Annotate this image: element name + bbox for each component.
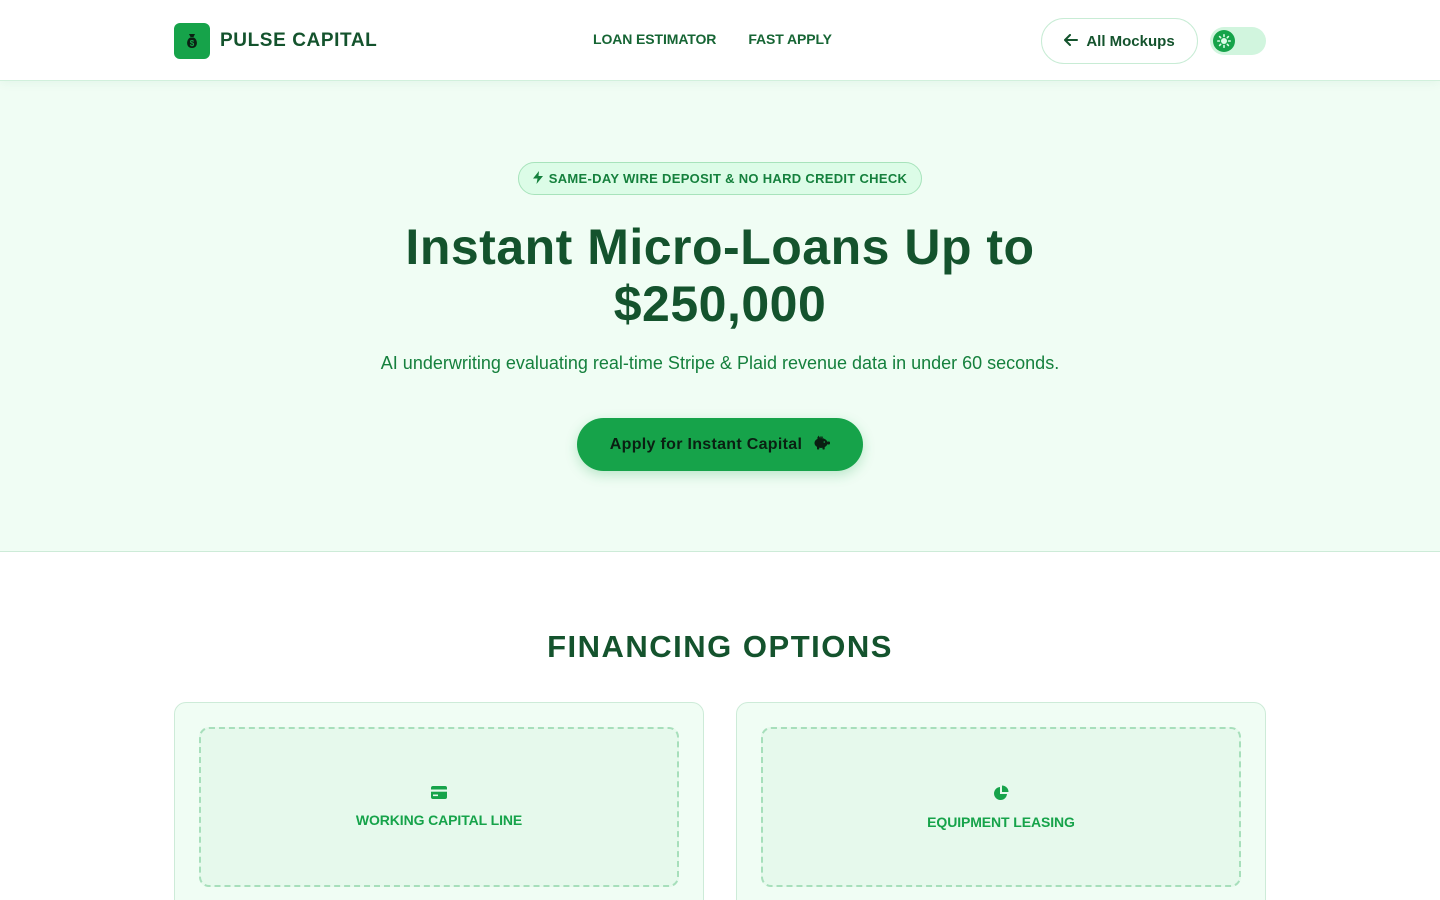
hero-badge-text: SAME-DAY WIRE DEPOSIT & NO HARD CREDIT C… [548,171,908,186]
top-header: $ PULSE CAPITAL LOAN ESTIMATOR FAST APPL… [0,0,1440,81]
card-label: EQUIPMENT LEASING [927,813,1075,830]
pie-chart-icon [993,785,1009,806]
brand-name: PULSE CAPITAL [220,30,378,51]
lightning-icon [532,170,543,187]
apply-button-label: Apply for Instant Capital [609,435,803,453]
all-mockups-label: All Mockups [1086,32,1175,50]
main-nav: LOAN ESTIMATOR FAST APPLY [593,31,832,47]
hero-badge: SAME-DAY WIRE DEPOSIT & NO HARD CREDIT C… [518,162,922,195]
money-bag-icon: $ [174,23,210,59]
moon-icon [1246,33,1260,54]
card-placeholder: WORKING CAPITAL LINE [199,727,679,887]
card-label: WORKING CAPITAL LINE [355,812,523,828]
credit-card-icon [431,786,447,804]
svg-text:$: $ [190,39,195,48]
nav-fast-apply[interactable]: FAST APPLY [748,31,832,47]
hero-title-line2: $250,000 [613,276,827,332]
financing-card-equipment-leasing[interactable]: EQUIPMENT LEASING [736,702,1266,900]
hero-title: Instant Micro-Loans Up to $250,000 [0,219,1440,333]
brand[interactable]: $ PULSE CAPITAL [174,23,377,59]
piggy-bank-icon [812,434,831,455]
hero-subtitle: AI underwriting evaluating real-time Str… [380,353,1060,373]
hero-section: SAME-DAY WIRE DEPOSIT & NO HARD CREDIT C… [0,81,1440,552]
all-mockups-button[interactable]: All Mockups [1041,18,1198,64]
hero-title-line1: Instant Micro-Loans Up to [405,219,1035,275]
theme-toggle[interactable] [1210,27,1266,55]
arrow-left-icon [1064,33,1079,50]
nav-loan-estimator[interactable]: LOAN ESTIMATOR [593,31,716,47]
apply-button[interactable]: Apply for Instant Capital [577,418,863,471]
card-placeholder: EQUIPMENT LEASING [761,727,1241,887]
financing-title: FINANCING OPTIONS [547,629,893,664]
financing-card-working-capital[interactable]: WORKING CAPITAL LINE [174,702,704,900]
sun-icon [1213,30,1235,52]
